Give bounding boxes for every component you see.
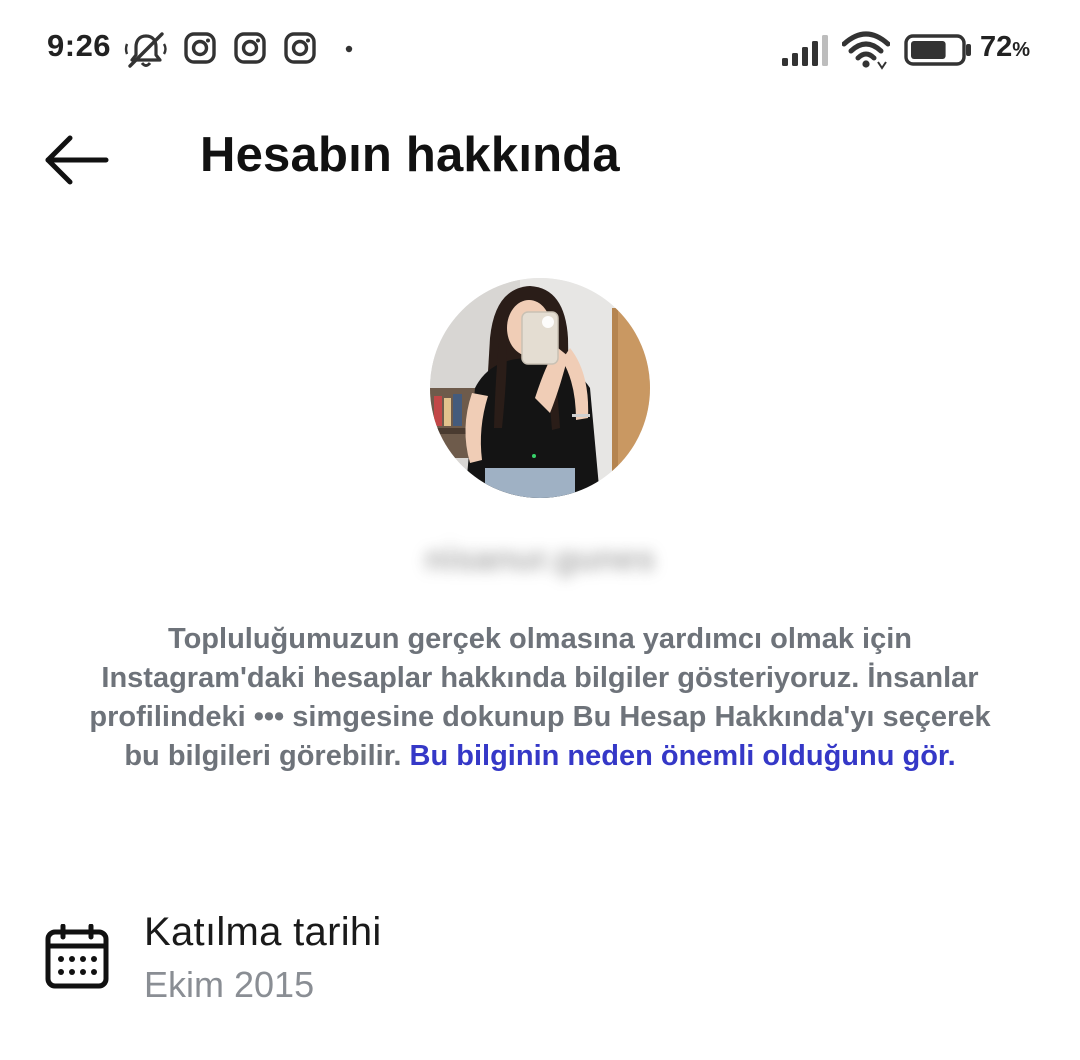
profile-photo (430, 278, 650, 498)
username: nisanur.gunes (424, 540, 656, 578)
instagram-icon (234, 32, 266, 64)
status-bar: 9:26 72% (0, 0, 1080, 100)
arrow-left-icon (45, 135, 109, 185)
date-joined-value: Ekim 2015 (144, 964, 315, 1005)
date-joined-row: Katılma tarihi Ekim 2015 (0, 900, 1080, 1020)
info-description: Topluluğumuzun gerçek olmasına yardımcı … (80, 620, 1000, 776)
mute-bell-icon (124, 32, 167, 68)
battery-icon (904, 34, 971, 66)
instagram-icon (184, 32, 216, 64)
battery-percentage: 72% (980, 31, 1030, 64)
calendar-icon (45, 924, 109, 989)
back-button[interactable] (40, 130, 116, 190)
status-time: 9:26 (47, 28, 112, 63)
battery-level: 72 (980, 31, 1013, 63)
dot-icon (345, 45, 353, 53)
learn-more-link[interactable]: Bu bilginin neden önemli olduğunu gör. (410, 740, 956, 772)
page-title: Hesabın hakkında (200, 128, 620, 182)
signal-icon (782, 35, 828, 66)
avatar (430, 278, 650, 498)
wifi-icon (842, 31, 890, 70)
instagram-icon (284, 32, 316, 64)
date-joined-label: Katılma tarihi (144, 910, 382, 954)
battery-unit: % (1012, 39, 1031, 61)
